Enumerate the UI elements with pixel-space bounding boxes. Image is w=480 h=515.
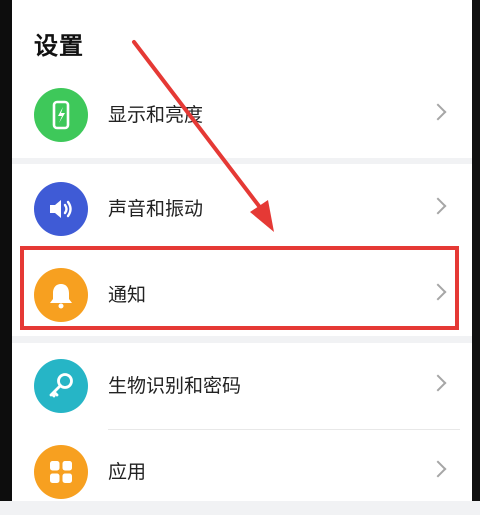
right-edge: [472, 0, 480, 501]
settings-item-label: 生物识别和密码: [108, 375, 242, 397]
settings-item-notifications[interactable]: 通知: [12, 252, 472, 338]
settings-item-biometrics[interactable]: 生物识别和密码: [12, 343, 472, 429]
settings-item-label: 通知: [108, 284, 147, 306]
chevron-right-icon: [429, 374, 447, 392]
chevron-right-icon: [429, 283, 447, 301]
settings-item-sound[interactable]: 声音和振动: [12, 166, 472, 252]
settings-card-display: 显示和亮度: [12, 86, 472, 158]
chevron-right-icon: [429, 460, 447, 478]
speaker-icon: [34, 182, 88, 236]
left-edge: [0, 0, 12, 501]
settings-item-display[interactable]: 显示和亮度: [12, 72, 472, 158]
settings-item-label: 声音和振动: [108, 198, 204, 220]
settings-card-security: 生物识别和密码 应用: [12, 343, 472, 501]
settings-item-apps[interactable]: 应用: [12, 429, 472, 515]
grid-icon: [34, 445, 88, 499]
chevron-right-icon: [429, 103, 447, 121]
phone-brightness-icon: [34, 88, 88, 142]
settings-item-label: 显示和亮度: [108, 104, 204, 126]
bell-icon: [34, 268, 88, 322]
chevron-right-icon: [429, 197, 447, 215]
page-title: 设置: [34, 32, 84, 60]
settings-item-label: 应用: [108, 461, 147, 483]
key-icon: [34, 359, 88, 413]
settings-card-sound: 声音和振动 通知: [12, 164, 472, 336]
